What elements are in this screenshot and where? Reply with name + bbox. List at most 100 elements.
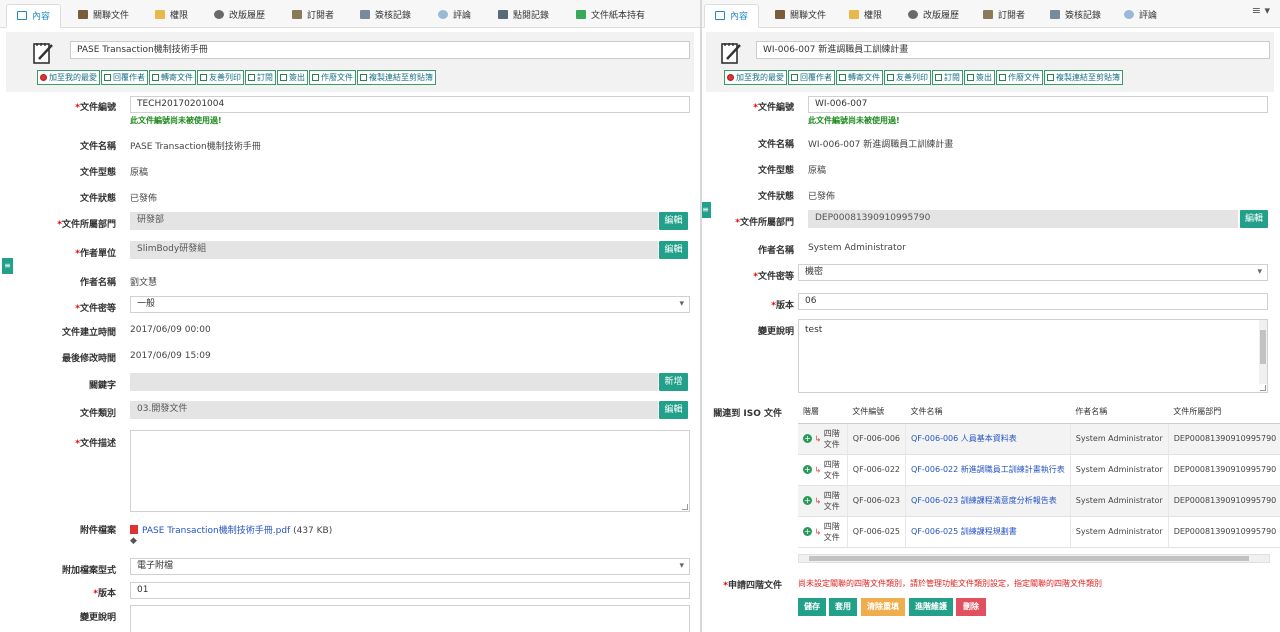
row-doc-link[interactable]: QF-006-025 訓練課程規劃書 (911, 527, 1017, 536)
tab-comments[interactable]: 評論 (1124, 4, 1157, 28)
secrecy-select[interactable]: 一般 (130, 296, 690, 313)
add-favorite-button[interactable]: 加至我的最愛 (37, 70, 100, 85)
resize-grip[interactable] (682, 504, 688, 510)
row-author: System Administrator (1070, 423, 1169, 455)
change-textarea[interactable]: test (798, 319, 1268, 393)
version-input[interactable]: 06 (798, 293, 1268, 310)
tab-subscribers[interactable]: 訂閱者 (292, 4, 334, 28)
forward-document-button[interactable]: 轉寄文件 (149, 70, 196, 85)
reply-author-button[interactable]: 回覆作者 (788, 70, 835, 85)
category-edit-button[interactable]: 編輯 (659, 401, 688, 419)
desc-textarea[interactable] (130, 430, 690, 512)
secrecy-label: *文件密等 (75, 304, 116, 314)
users-icon (292, 10, 302, 19)
doc-no-available-message: 此文件編號尚未被使用過! (808, 116, 900, 125)
row-dept: DEP00081390910995790 (1168, 423, 1280, 455)
copy-link-button[interactable]: 複製連結至剪貼簿 (1044, 70, 1123, 85)
dept-edit-button[interactable]: 編輯 (1240, 210, 1268, 228)
row-dept: DEP00081390910995790 (1168, 454, 1280, 486)
link-icon (1047, 74, 1054, 81)
delete-button[interactable]: 刪除 (956, 598, 986, 616)
row-doc-link[interactable]: QF-006-006 人員基本資料表 (911, 434, 1017, 443)
dept-edit-button[interactable]: 編輯 (659, 212, 688, 230)
tab-approval-records[interactable]: 簽核記錄 (1050, 4, 1101, 28)
col-doc-no[interactable]: 文件編號 (847, 401, 906, 424)
view-records-icon (498, 10, 508, 19)
doc-no-input[interactable]: WI-006-007 (808, 96, 1268, 113)
textarea-scrollbar[interactable] (1259, 320, 1267, 384)
heart-icon (40, 74, 47, 81)
row-doc-link[interactable]: QF-006-023 訓練課程滿意度分析報告表 (911, 496, 1057, 505)
tab-content[interactable]: 內容 (704, 4, 760, 28)
expand-icon[interactable]: + (803, 434, 812, 443)
table-row[interactable]: + ↳ 四階文件 QF-006-022 QF-006-022 新進調職員工訓練計… (798, 454, 1280, 486)
expand-icon[interactable]: + (803, 465, 812, 474)
print-friendly-button[interactable]: 友善列印 (884, 70, 931, 85)
subscribe-icon (935, 74, 942, 81)
checkout-button[interactable]: 簽出 (964, 70, 995, 85)
sidebar-toggle-right[interactable]: ≡ (702, 202, 711, 218)
row-dept: DEP00081390910995790 (1168, 485, 1280, 517)
table-row[interactable]: + ↳ 四階文件 QF-006-023 QF-006-023 訓練課程滿意度分析… (798, 485, 1280, 517)
resize-grip[interactable] (1260, 385, 1266, 391)
add-favorite-button[interactable]: 加至我的最愛 (724, 70, 787, 85)
document-title-input[interactable]: WI-006-007 新進調職員工訓練計畫 (756, 41, 1270, 59)
attach-format-select[interactable]: 電子附檔 (130, 558, 690, 575)
col-author[interactable]: 作者名稱 (1070, 401, 1169, 424)
tab-comments[interactable]: 評論 (438, 4, 471, 28)
table-row[interactable]: + ↳ 四階文件 QF-006-025 QF-006-025 訓練課程規劃書 S… (798, 516, 1280, 548)
author-unit-edit-button[interactable]: 編輯 (659, 241, 688, 259)
col-level[interactable]: 階層 (798, 401, 848, 424)
tab-revision-history[interactable]: 改版履歷 (908, 4, 959, 28)
doc-no-input[interactable]: TECH20170201004 (130, 96, 690, 113)
checkout-icon (280, 74, 287, 81)
tab-permissions[interactable]: 權限 (849, 4, 882, 28)
apply-button[interactable]: 套用 (829, 598, 857, 616)
more-menu-icon[interactable]: ≡ ▾ (1252, 4, 1270, 17)
save-button[interactable]: 儲存 (798, 598, 826, 616)
tab-paper-copy-holders[interactable]: 文件紙本持有 (576, 4, 645, 28)
tab-approval-records[interactable]: 簽核記錄 (360, 4, 411, 28)
tab-view-records[interactable]: 點閱記錄 (498, 4, 549, 28)
document-title-input[interactable]: PASE Transaction機制技術手冊 (70, 41, 690, 59)
keywords-add-button[interactable]: 新增 (659, 373, 688, 391)
tab-permissions[interactable]: 權限 (155, 4, 188, 28)
tab-related-docs[interactable]: 關聯文件 (78, 4, 129, 28)
forward-document-button[interactable]: 轉寄文件 (836, 70, 883, 85)
change-textarea[interactable] (130, 605, 690, 632)
col-doc-name[interactable]: 文件名稱 (905, 401, 1071, 424)
row-author: System Administrator (1070, 485, 1169, 517)
eraser-icon[interactable]: ◆ (130, 536, 137, 546)
right-tab-bar: 內容 關聯文件 權限 改版履歷 訂閱者 簽核記錄 評論 ≡ ▾ (702, 0, 1280, 28)
attachment-link[interactable]: PASE Transaction機制技術手冊.pdf (142, 526, 290, 536)
expand-icon[interactable]: + (803, 527, 812, 536)
tab-subscribers[interactable]: 訂閱者 (983, 4, 1025, 28)
reset-button[interactable]: 清除重填 (861, 598, 905, 616)
table-horizontal-scrollbar[interactable] (798, 554, 1270, 563)
tab-content[interactable]: 內容 (6, 4, 62, 28)
advanced-maintenance-button[interactable]: 進階維護 (909, 598, 953, 616)
table-row[interactable]: + ↳ 四階文件 QF-006-006 QF-006-006 人員基本資料表 S… (798, 423, 1280, 455)
print-friendly-button[interactable]: 友善列印 (197, 70, 244, 85)
child-arrow-icon: ↳ (814, 434, 822, 443)
heart-icon (727, 74, 734, 81)
secrecy-select[interactable]: 機密 (798, 264, 1268, 281)
subscribe-button[interactable]: 訂閱 (245, 70, 276, 85)
child-arrow-icon: ↳ (814, 527, 822, 536)
checkout-button[interactable]: 簽出 (277, 70, 308, 85)
void-document-button[interactable]: 作廢文件 (996, 70, 1043, 85)
sidebar-toggle-left[interactable]: ≡ (2, 258, 13, 274)
subscribe-button[interactable]: 訂閱 (932, 70, 963, 85)
reply-author-button[interactable]: 回覆作者 (101, 70, 148, 85)
tab-revision-history[interactable]: 改版履歷 (214, 4, 265, 28)
row-doc-link[interactable]: QF-006-022 新進調職員工訓練計畫執行表 (911, 465, 1065, 474)
print-icon (887, 74, 894, 81)
void-document-button[interactable]: 作廢文件 (309, 70, 356, 85)
expand-icon[interactable]: + (803, 496, 812, 505)
version-input[interactable]: 01 (130, 582, 690, 599)
iso-documents-table: 階層 文件編號 文件名稱 作者名稱 文件所屬部門 + ↳ 四階文件 QF-006… (798, 401, 1280, 548)
row-dept: DEP00081390910995790 (1168, 516, 1280, 548)
col-dept[interactable]: 文件所屬部門 (1168, 401, 1280, 424)
tab-related-docs[interactable]: 關聯文件 (775, 4, 826, 28)
copy-link-button[interactable]: 複製連結至剪貼簿 (357, 70, 436, 85)
